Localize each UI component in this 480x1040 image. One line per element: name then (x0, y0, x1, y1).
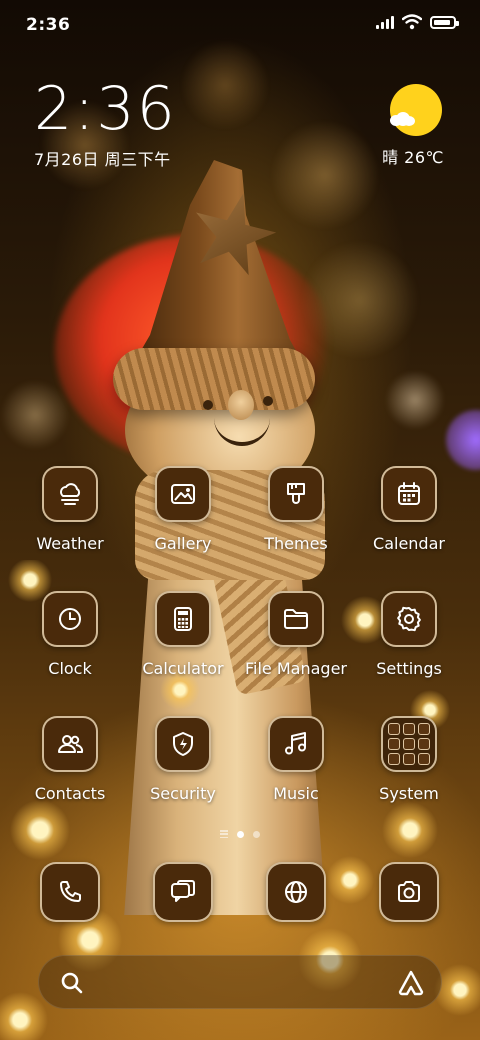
status-time: 2:36 (26, 15, 71, 35)
gear-icon (381, 591, 437, 647)
themes-icon (268, 466, 324, 522)
dock-phone[interactable] (40, 862, 100, 922)
app-label: File Manager (245, 659, 347, 678)
page-dot-active (237, 830, 244, 838)
home-screen: 2:36 2:36 7月26日 周三下午 晴 26℃ Weather Galle… (0, 0, 480, 1040)
app-calendar[interactable]: Calendar (354, 466, 464, 553)
battery-icon (430, 15, 459, 29)
shield-icon (155, 716, 211, 772)
app-contacts[interactable]: Contacts (15, 716, 125, 803)
assistant-icon[interactable] (397, 969, 425, 997)
app-clock[interactable]: Clock (15, 591, 125, 678)
clock-widget[interactable]: 2:36 7月26日 周三下午 (34, 78, 177, 170)
app-themes[interactable]: Themes (241, 466, 351, 553)
app-file-manager[interactable]: File Manager (241, 591, 351, 678)
app-music[interactable]: Music (241, 716, 351, 803)
app-folder-icon (381, 716, 437, 772)
app-label: Themes (264, 534, 328, 553)
app-drawer-indicator-icon (220, 830, 228, 838)
clock-icon (42, 591, 98, 647)
partly-sunny-icon (390, 84, 442, 136)
clock-date: 7月26日 周三下午 (34, 150, 171, 169)
messages-icon (153, 862, 213, 922)
camera-icon (379, 862, 439, 922)
search-icon (61, 972, 83, 994)
weather-icon (42, 466, 98, 522)
status-icons (376, 14, 459, 30)
browser-globe-icon (266, 862, 326, 922)
app-weather[interactable]: Weather (15, 466, 125, 553)
weather-widget[interactable]: 晴 26℃ (364, 84, 444, 168)
app-label: Settings (376, 659, 442, 678)
app-label: Clock (48, 659, 92, 678)
contacts-icon (42, 716, 98, 772)
dock-camera[interactable] (379, 862, 439, 922)
weather-text: 晴 26℃ (382, 148, 444, 167)
app-label: Contacts (34, 784, 106, 803)
app-label: Music (273, 784, 319, 803)
dock-browser[interactable] (266, 862, 326, 922)
dock-messages[interactable] (153, 862, 213, 922)
wifi-icon (402, 14, 422, 30)
clock-time: 2:36 (34, 74, 177, 144)
calculator-icon (155, 591, 211, 647)
gallery-icon (155, 466, 211, 522)
app-label: Calculator (142, 659, 224, 678)
app-label: Security (150, 784, 216, 803)
app-label: Calendar (373, 534, 445, 553)
app-folder-system[interactable]: System (354, 716, 464, 803)
app-label: Gallery (154, 534, 212, 553)
app-settings[interactable]: Settings (354, 591, 464, 678)
app-security[interactable]: Security (128, 716, 238, 803)
status-bar: 2:36 (0, 0, 480, 50)
signal-icon (376, 15, 394, 29)
music-note-icon (268, 716, 324, 772)
app-label: System (379, 784, 439, 803)
folder-icon (268, 591, 324, 647)
phone-icon (40, 862, 100, 922)
calendar-icon (381, 466, 437, 522)
app-calculator[interactable]: Calculator (128, 591, 238, 678)
search-bar[interactable] (38, 955, 442, 1009)
page-indicator[interactable] (0, 830, 480, 838)
app-label: Weather (36, 534, 104, 553)
app-gallery[interactable]: Gallery (128, 466, 238, 553)
page-dot (253, 830, 260, 838)
